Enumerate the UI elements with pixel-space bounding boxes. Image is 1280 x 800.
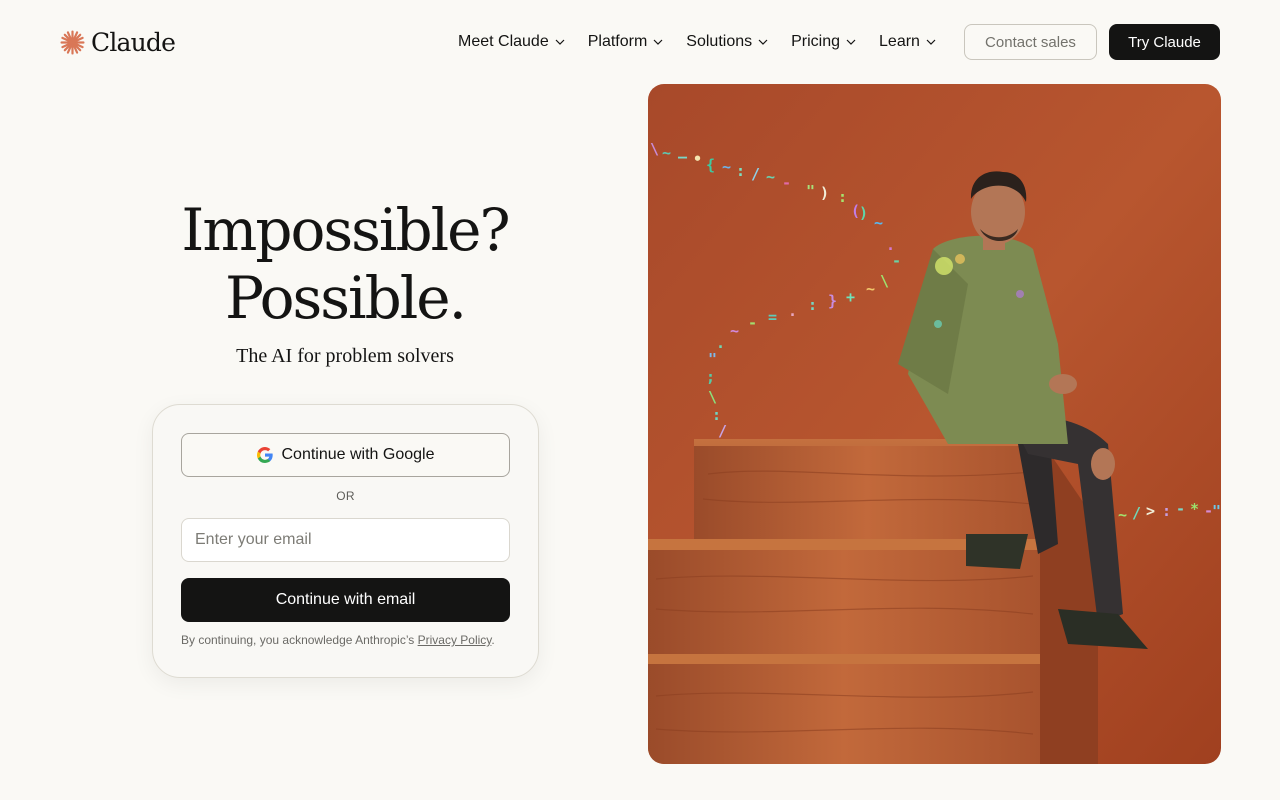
nav-learn[interactable]: Learn [879,33,936,51]
svg-text:~: ~ [730,322,739,340]
nav-label: Platform [587,33,648,50]
svg-text:—: — [678,148,688,166]
claude-starburst-icon [60,29,85,55]
svg-text:-: - [892,252,901,270]
claude-logo[interactable]: Claude [60,27,176,57]
svg-text:.: . [788,302,797,320]
continue-with-email-button[interactable]: Continue with email [181,578,510,622]
svg-text::: : [1162,502,1171,520]
svg-text:): ) [820,184,829,202]
privacy-policy-link[interactable]: Privacy Policy [418,633,492,647]
svg-text:-: - [782,174,791,192]
nav-meet-claude[interactable]: Meet Claude [458,33,565,51]
svg-text:>: > [1146,502,1155,520]
svg-text:}: } [828,292,837,310]
svg-text:/: / [1132,504,1141,522]
svg-text:-: - [1176,500,1185,518]
svg-text:": " [708,350,717,368]
or-divider: OR [336,489,355,503]
hero-headline: Impossible? Possible. [140,196,550,332]
svg-text:~: ~ [1118,506,1127,524]
svg-text:•: • [693,150,702,168]
svg-text:*: * [1190,500,1199,518]
nav-label: Meet Claude [458,33,549,50]
svg-text:~: ~ [766,168,775,186]
headline-line-2: Possible. [224,264,467,332]
svg-text:": " [1212,502,1221,520]
svg-text:=: = [768,308,777,326]
legal-notice: By continuing, you acknowledge Anthropic… [181,633,521,647]
nav-platform[interactable]: Platform [588,33,664,51]
hero-illustration: \ ~ — • { ~ : / ~ - " ) : ( ) ~ . - \ ~ … [648,84,1221,764]
contact-sales-button[interactable]: Contact sales [964,24,1097,60]
continue-with-google-button[interactable]: Continue with Google [181,433,510,477]
login-card: Continue with Google OR Continue with em… [152,404,539,678]
headline-line-1: Impossible? [181,196,510,264]
chevron-down-icon [555,39,565,45]
svg-text:+: + [846,288,855,306]
svg-text:;: ; [706,368,715,386]
svg-text:\: \ [708,388,717,406]
legal-suffix: . [491,633,495,647]
logo-wordmark: Claude [91,27,176,57]
svg-text:/: / [751,165,760,183]
svg-text::: : [736,162,745,180]
google-button-label: Continue with Google [281,446,435,463]
nav-solutions[interactable]: Solutions [686,33,768,51]
svg-text::: : [838,188,847,206]
nav-label: Learn [879,33,920,50]
nav-label: Pricing [791,33,841,50]
svg-text:.: . [716,334,725,352]
try-claude-button[interactable]: Try Claude [1109,24,1220,60]
chevron-down-icon [926,39,936,45]
main-nav: Meet Claude Platform Solutions Pricing L… [458,30,936,54]
svg-text:/: / [718,422,727,440]
email-input[interactable] [181,518,510,562]
nav-label: Solutions [686,33,753,50]
nav-pricing[interactable]: Pricing [791,33,856,51]
google-g-icon [256,447,273,463]
svg-text:~: ~ [662,144,671,162]
svg-text:~: ~ [874,214,883,232]
hero-subheadline: The AI for problem solvers [236,345,454,367]
chevron-down-icon [653,39,663,45]
chevron-down-icon [758,39,768,45]
svg-text:~: ~ [866,280,875,298]
svg-text:": " [806,182,815,200]
chevron-down-icon [846,39,856,45]
svg-text::: : [808,296,817,314]
legal-text: By continuing, you acknowledge Anthropic… [181,633,415,647]
svg-text:~: ~ [722,158,731,176]
svg-text:-: - [748,314,757,332]
svg-text:{: { [706,156,715,174]
svg-text:\: \ [880,272,889,290]
svg-text:\: \ [650,140,659,158]
svg-text:): ) [859,204,868,222]
hero-photo: \ ~ — • { ~ : / ~ - " ) : ( ) ~ . - \ ~ … [648,84,1221,764]
